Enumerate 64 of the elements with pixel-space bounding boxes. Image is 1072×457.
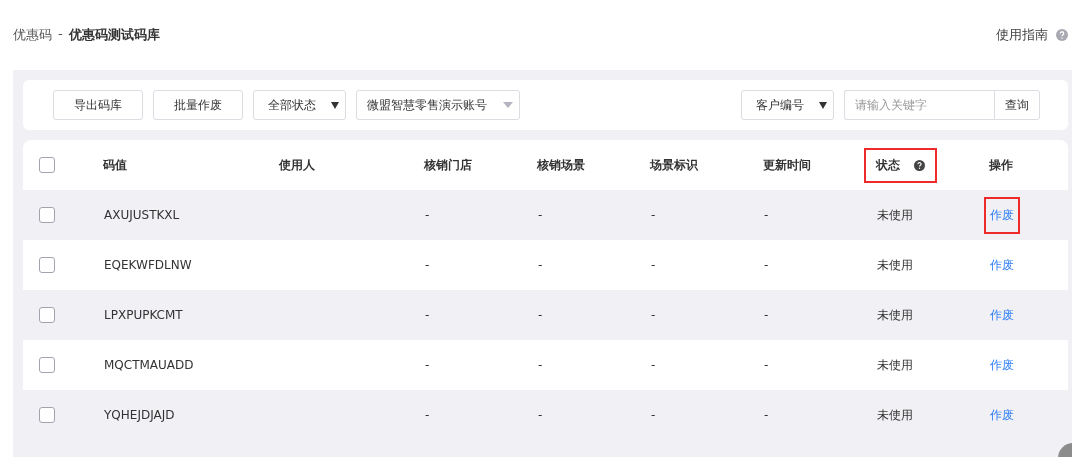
column-header: 核销场景 xyxy=(536,156,586,174)
caret-icon xyxy=(503,102,513,108)
guide-link[interactable]: 使用指南 xyxy=(996,26,1048,44)
table-cell: 未使用 xyxy=(877,206,913,224)
void-link[interactable]: 作废 xyxy=(984,396,1020,434)
caret-icon xyxy=(819,101,827,109)
caret-icon xyxy=(331,101,339,109)
table-cell: - xyxy=(425,208,430,222)
table-cell: - xyxy=(538,408,543,422)
row-checkbox[interactable] xyxy=(39,357,55,373)
breadcrumb-parent[interactable]: 优惠码 xyxy=(13,26,52,44)
table-cell: - xyxy=(764,208,769,222)
table-cell: 未使用 xyxy=(877,256,913,274)
void-link[interactable]: 作废 xyxy=(984,196,1020,234)
row-checkbox[interactable] xyxy=(39,307,55,323)
column-header: 状态 xyxy=(864,147,937,183)
toolbar-button[interactable]: 批量作废 xyxy=(153,90,243,120)
column-header: 码值 xyxy=(102,156,128,174)
row-checkbox[interactable] xyxy=(39,207,55,223)
table-cell: - xyxy=(538,308,543,322)
breadcrumb-separator: - xyxy=(58,26,63,43)
table-cell: LPXPUPKCMT xyxy=(104,308,183,322)
column-header: 更新时间 xyxy=(762,156,812,174)
table-cell: - xyxy=(651,208,656,222)
account-dropdown[interactable]: 微盟智慧零售演示账号 xyxy=(356,90,520,120)
page-title: 优惠码测试码库 xyxy=(68,26,160,44)
table-cell: - xyxy=(764,308,769,322)
table-cell: EQEKWFDLNW xyxy=(104,258,192,272)
select-all-checkbox[interactable] xyxy=(39,157,55,173)
table-cell: - xyxy=(538,258,543,272)
table-cell: - xyxy=(651,308,656,322)
table-cell: - xyxy=(425,408,430,422)
table-cell: - xyxy=(538,358,543,372)
toolbar-button[interactable]: 导出码库 xyxy=(53,90,143,120)
column-header: 使用人 xyxy=(278,156,316,174)
table-cell: 未使用 xyxy=(877,306,913,324)
table-cell: - xyxy=(651,408,656,422)
table-cell: 未使用 xyxy=(877,406,913,424)
table-cell: - xyxy=(764,258,769,272)
column-header: 核销门店 xyxy=(423,156,473,174)
table-cell: - xyxy=(538,208,543,222)
help-icon[interactable] xyxy=(914,159,925,171)
search-button[interactable]: 查询 xyxy=(994,90,1040,120)
table-cell: - xyxy=(651,258,656,272)
table-cell: - xyxy=(651,358,656,372)
row-checkbox[interactable] xyxy=(39,257,55,273)
table-cell: - xyxy=(764,358,769,372)
table-cell: - xyxy=(425,308,430,322)
column-header: 操作 xyxy=(988,156,1014,174)
column-header: 场景标识 xyxy=(648,156,699,174)
void-link[interactable]: 作废 xyxy=(984,346,1020,384)
table-cell: - xyxy=(764,408,769,422)
table-cell: MQCTMAUADD xyxy=(104,358,194,372)
search-type-dropdown[interactable]: 客户编号 xyxy=(741,90,834,120)
void-link[interactable]: 作废 xyxy=(984,246,1020,284)
row-checkbox[interactable] xyxy=(39,407,55,423)
void-link[interactable]: 作废 xyxy=(984,296,1020,334)
table-cell: - xyxy=(425,258,430,272)
search-field[interactable]: 请输入关键字 xyxy=(844,90,994,120)
table-cell: AXUJUSTKXL xyxy=(104,208,180,222)
table-cell: YQHEJDJAJD xyxy=(104,408,175,422)
table-cell: 未使用 xyxy=(877,356,913,374)
table-cell: - xyxy=(425,358,430,372)
status-dropdown[interactable]: 全部状态 xyxy=(253,90,346,120)
